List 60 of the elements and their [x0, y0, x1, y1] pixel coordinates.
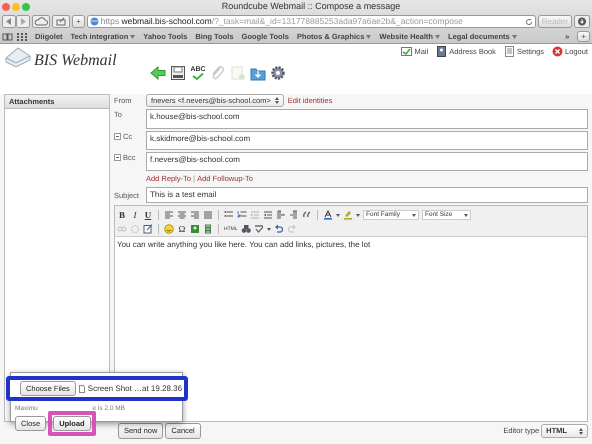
- special-character-button[interactable]: Ω: [177, 222, 187, 236]
- text-direction-icon[interactable]: [276, 210, 286, 220]
- caret-icon: [366, 34, 372, 38]
- envelope-logo-icon: [4, 46, 32, 68]
- stepper-icon: [579, 428, 583, 434]
- recipient-field[interactable]: f.nevers@bis-school.com: [146, 152, 588, 172]
- add-tab-button[interactable]: +: [577, 31, 590, 42]
- caret-icon[interactable]: [356, 214, 360, 217]
- stepper-icon: [274, 97, 279, 104]
- caret-icon: [130, 34, 136, 38]
- subject-field[interactable]: This is a test email: [146, 187, 588, 204]
- cloud-icon[interactable]: [32, 15, 50, 28]
- align-right-icon[interactable]: [190, 210, 200, 220]
- undo-icon[interactable]: [274, 224, 284, 234]
- edit-icon[interactable]: [143, 224, 153, 234]
- file-icon: [78, 384, 85, 392]
- address-bar[interactable]: https webmail.bis-school.com/?_task=mail&_id=131778885253ada97a6ae2b&_action=compose: [86, 15, 536, 28]
- link-separator: |: [193, 173, 196, 186]
- binoculars-icon[interactable]: [240, 224, 251, 234]
- back-button[interactable]: [2, 15, 16, 28]
- numbered-list-icon[interactable]: [237, 210, 247, 220]
- text-direction-icon[interactable]: [289, 210, 299, 220]
- underline-button[interactable]: U: [143, 208, 153, 222]
- caret-icon[interactable]: [336, 214, 340, 217]
- file-name: Screen Shot …at 19.28.36: [88, 382, 182, 394]
- image-icon[interactable]: [190, 224, 200, 234]
- back-arrow-icon[interactable]: [150, 65, 166, 82]
- grid-icon[interactable]: [17, 32, 27, 40]
- url-text: https webmail.bis-school.com/?_task=mail&_id=131778885253ada97a6ae2b&_action=compose: [100, 16, 463, 27]
- smiley-icon[interactable]: [164, 224, 174, 234]
- message-text: You can write anything you like here. You can add links, pictures, the lot: [117, 240, 370, 250]
- collapse-icon[interactable]: [114, 154, 121, 162]
- spellcheck-icon[interactable]: [254, 224, 264, 234]
- book-icon[interactable]: [2, 32, 13, 40]
- bold-button[interactable]: B: [117, 208, 127, 222]
- caret-icon: [412, 214, 416, 217]
- caret-icon: [512, 34, 517, 38]
- share-icon[interactable]: [52, 15, 70, 28]
- reload-icon[interactable]: [524, 18, 533, 26]
- justify-icon[interactable]: [203, 210, 213, 220]
- recipient-field[interactable]: k.skidmore@bis-school.com: [146, 131, 588, 150]
- recipient-field[interactable]: k.house@bis-school.com: [146, 109, 588, 130]
- caret-icon: [464, 214, 468, 217]
- logo-text: BIS Webmail: [34, 51, 117, 71]
- align-left-icon[interactable]: [164, 210, 174, 220]
- indent-icon[interactable]: [263, 210, 273, 220]
- gear-icon[interactable]: [270, 65, 286, 82]
- collapse-icon[interactable]: [114, 133, 121, 140]
- align-center-icon[interactable]: [177, 210, 187, 220]
- caret-icon: [435, 34, 440, 38]
- window-title: Roundcube Webmail :: Compose a message: [220, 0, 402, 13]
- globe-icon: [90, 17, 99, 26]
- caret-icon[interactable]: [266, 228, 271, 231]
- new-tab-button[interactable]: +: [72, 15, 85, 28]
- italic-button[interactable]: I: [130, 208, 140, 222]
- text-color-icon[interactable]: [323, 210, 333, 220]
- film-icon[interactable]: [203, 224, 213, 234]
- save-icon[interactable]: [170, 65, 186, 82]
- checkmark-icon: [192, 73, 204, 80]
- download-icon[interactable]: [574, 15, 590, 28]
